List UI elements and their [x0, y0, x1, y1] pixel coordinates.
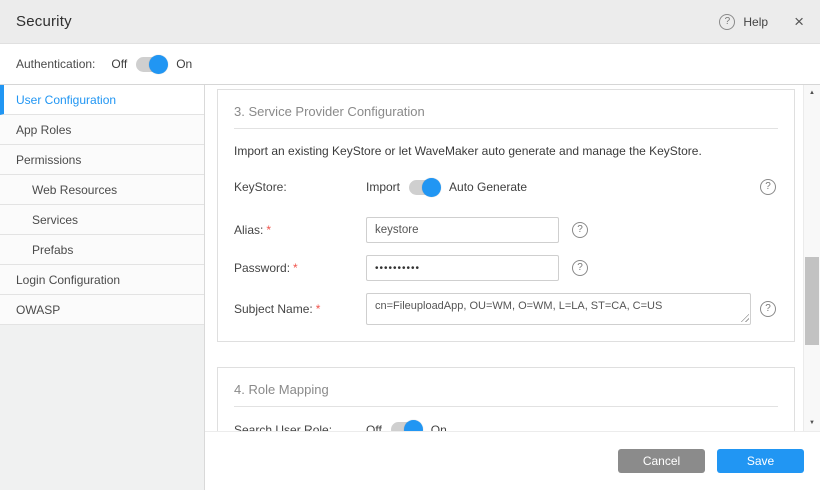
- authentication-label: Authentication:: [16, 57, 95, 71]
- sidebar: User Configuration App Roles Permissions…: [0, 85, 205, 490]
- close-icon[interactable]: ×: [794, 13, 804, 30]
- required-marker: *: [316, 302, 321, 316]
- sidebar-item-services[interactable]: Services: [0, 205, 204, 235]
- keystore-label: KeyStore:: [234, 180, 366, 194]
- scrollbar-thumb[interactable]: [805, 257, 819, 345]
- sidebar-item-prefabs[interactable]: Prefabs: [0, 235, 204, 265]
- authentication-off-label: Off: [111, 57, 127, 71]
- authentication-on-label: On: [176, 57, 192, 71]
- keystore-import-label: Import: [366, 180, 400, 194]
- required-marker: *: [266, 223, 271, 237]
- authentication-bar: Authentication: Off On: [0, 44, 820, 85]
- password-help-icon[interactable]: ?: [572, 260, 588, 276]
- keystore-description: Import an existing KeyStore or let WaveM…: [234, 144, 778, 158]
- section-title: 4. Role Mapping: [234, 382, 778, 397]
- subject-name-label-text: Subject Name:: [234, 302, 313, 316]
- keystore-toggle[interactable]: [409, 180, 440, 195]
- subject-name-row: Subject Name:* cn=FileuploadApp, OU=WM, …: [234, 293, 778, 325]
- search-user-role-label: Search User Role:: [234, 423, 366, 432]
- sidebar-item-label: Permissions: [16, 153, 81, 167]
- sidebar-item-label: Services: [32, 213, 78, 227]
- search-user-role-row: Search User Role: Off On: [234, 422, 778, 431]
- password-label-text: Password:: [234, 261, 290, 275]
- search-user-role-off-label: Off: [366, 423, 382, 432]
- help-icon[interactable]: ?: [719, 14, 735, 30]
- help-link[interactable]: Help: [743, 15, 768, 29]
- search-user-role-on-label: On: [431, 423, 447, 432]
- keystore-row: KeyStore: Import Auto Generate ?: [234, 179, 778, 195]
- alias-label: Alias:*: [234, 223, 366, 237]
- sidebar-item-owasp[interactable]: OWASP: [0, 295, 204, 325]
- toggle-knob: [404, 420, 423, 431]
- password-input[interactable]: [366, 255, 559, 281]
- content-pane: 3. Service Provider Configuration Import…: [205, 85, 820, 490]
- section-title: 3. Service Provider Configuration: [234, 104, 778, 119]
- alias-row: Alias:* ?: [234, 217, 778, 243]
- sidebar-item-label: Web Resources: [32, 183, 117, 197]
- dialog-body: User Configuration App Roles Permissions…: [0, 85, 820, 490]
- sidebar-item-user-configuration[interactable]: User Configuration: [0, 85, 204, 115]
- footer: Cancel Save: [205, 431, 820, 490]
- subject-name-field: cn=FileuploadApp, OU=WM, O=WM, L=LA, ST=…: [366, 293, 751, 325]
- cancel-button[interactable]: Cancel: [618, 449, 705, 473]
- subject-name-help-icon[interactable]: ?: [760, 301, 776, 317]
- section-divider: [234, 406, 778, 407]
- toggle-knob: [149, 55, 168, 74]
- save-button[interactable]: Save: [717, 449, 804, 473]
- subject-name-textarea[interactable]: cn=FileuploadApp, OU=WM, O=WM, L=LA, ST=…: [366, 293, 751, 325]
- vertical-scrollbar[interactable]: ▲ ▼: [803, 85, 820, 431]
- sidebar-item-web-resources[interactable]: Web Resources: [0, 175, 204, 205]
- scroll-down-icon[interactable]: ▼: [804, 416, 820, 430]
- scroll-up-icon[interactable]: ▲: [804, 86, 820, 100]
- section-divider: [234, 128, 778, 129]
- alias-label-text: Alias:: [234, 223, 263, 237]
- keystore-auto-generate-label: Auto Generate: [449, 180, 527, 194]
- role-mapping-section: 4. Role Mapping Search User Role: Off On: [217, 367, 795, 431]
- authentication-toggle[interactable]: [136, 57, 167, 72]
- titlebar-actions: ? Help ×: [719, 13, 804, 30]
- service-provider-section: 3. Service Provider Configuration Import…: [217, 89, 795, 342]
- sidebar-item-label: Login Configuration: [16, 273, 120, 287]
- sidebar-item-app-roles[interactable]: App Roles: [0, 115, 204, 145]
- sidebar-item-label: User Configuration: [16, 93, 116, 107]
- password-label: Password:*: [234, 261, 366, 275]
- sidebar-item-permissions[interactable]: Permissions: [0, 145, 204, 175]
- required-marker: *: [293, 261, 298, 275]
- titlebar: Security ? Help ×: [0, 0, 820, 44]
- alias-input[interactable]: [366, 217, 559, 243]
- password-row: Password:* ?: [234, 255, 778, 281]
- keystore-help-icon[interactable]: ?: [760, 179, 776, 195]
- toggle-knob: [422, 178, 441, 197]
- sidebar-item-label: Prefabs: [32, 243, 73, 257]
- sidebar-item-login-configuration[interactable]: Login Configuration: [0, 265, 204, 295]
- settings-scroll-area: 3. Service Provider Configuration Import…: [205, 85, 803, 431]
- alias-help-icon[interactable]: ?: [572, 222, 588, 238]
- security-dialog: Security ? Help × Authentication: Off On…: [0, 0, 820, 490]
- page-title: Security: [16, 13, 72, 30]
- sidebar-item-label: App Roles: [16, 123, 71, 137]
- search-user-role-toggle[interactable]: [391, 422, 422, 431]
- subject-name-label: Subject Name:*: [234, 302, 366, 316]
- sidebar-item-label: OWASP: [16, 303, 60, 317]
